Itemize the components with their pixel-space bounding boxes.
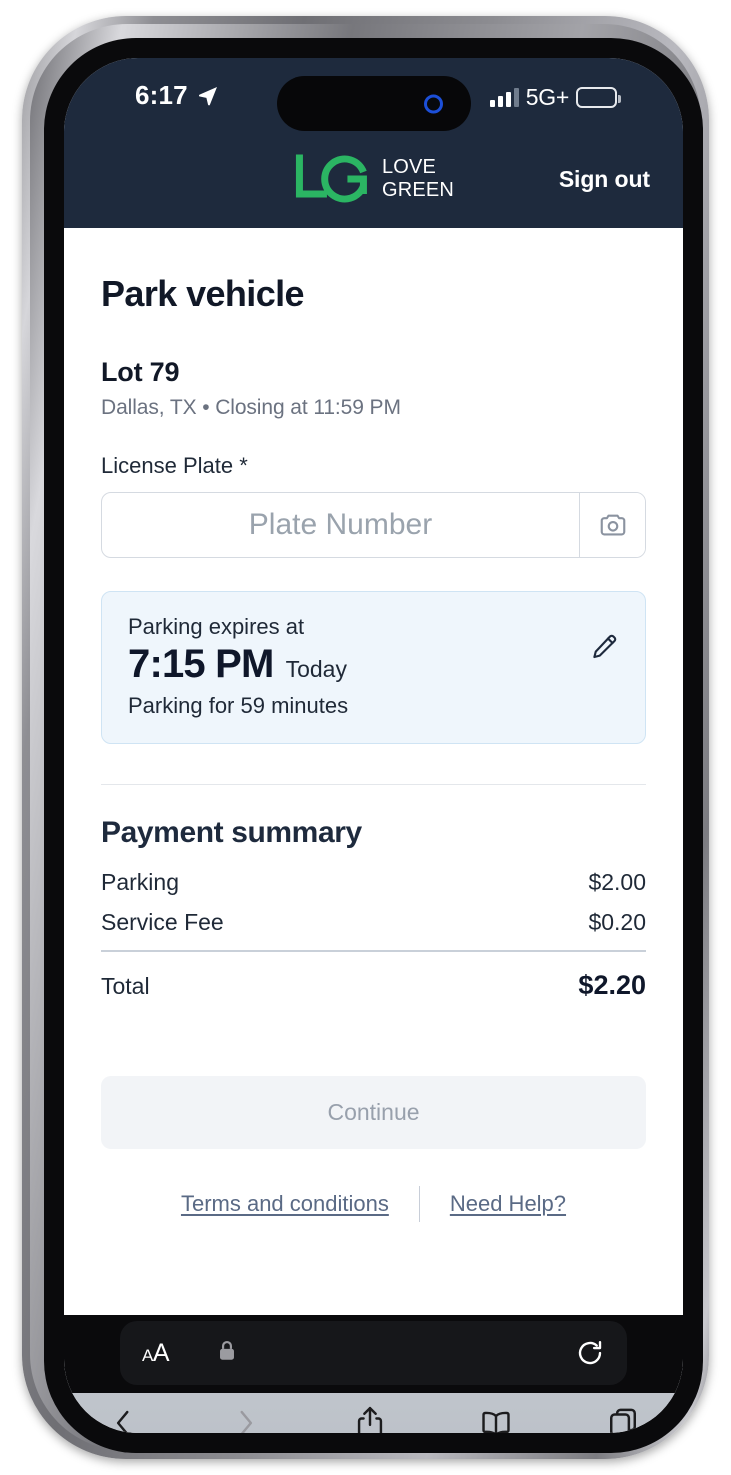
bookmarks-button[interactable]	[478, 1407, 514, 1433]
payment-row: Service Fee $0.20	[101, 909, 646, 936]
payment-summary-heading: Payment summary	[101, 816, 362, 849]
lot-name: Lot 79	[101, 357, 180, 387]
tabs-icon	[609, 1408, 637, 1433]
camera-icon	[600, 514, 625, 536]
reload-icon	[578, 1340, 602, 1365]
status-bar-right: 5G+	[489, 84, 621, 111]
forward-button[interactable]	[231, 1406, 261, 1433]
share-button[interactable]	[354, 1405, 386, 1433]
brand-word-line1: LOVE	[381, 156, 437, 178]
page-content: Park vehicle Lot 79 Dallas, TX • Closing…	[64, 273, 683, 1315]
payment-total-label: Total	[101, 973, 150, 999]
expiry-day: Today	[285, 656, 347, 682]
license-plate-label: License Plate *	[101, 453, 248, 478]
back-button[interactable]	[108, 1406, 138, 1433]
network-type-label: 5G+	[525, 84, 570, 110]
book-icon	[482, 1411, 510, 1433]
phone-bezel: 6:17 5G+ LOVE GREEN Sign out Park vehicl…	[30, 24, 703, 1453]
status-bar-left: 6:17	[135, 80, 220, 111]
safari-urlbar-area: AA	[64, 1315, 683, 1393]
dynamic-island	[276, 76, 471, 131]
cellular-signal-icon	[489, 88, 519, 107]
app-logo: LOVE GREEN	[293, 154, 454, 204]
text-size-aa-button[interactable]: AA	[142, 1338, 170, 1368]
chevron-right-icon	[240, 1410, 252, 1433]
share-icon	[357, 1406, 382, 1433]
license-plate-input[interactable]	[102, 493, 579, 557]
safari-toolbar	[64, 1393, 683, 1433]
aa-big-glyph: A	[152, 1338, 170, 1367]
phone-body: 6:17 5G+ LOVE GREEN Sign out Park vehicl…	[44, 38, 703, 1453]
reload-button[interactable]	[575, 1338, 605, 1368]
screenshot-stage: 6:17 5G+ LOVE GREEN Sign out Park vehicl…	[0, 0, 731, 1475]
payment-total-rule	[101, 950, 646, 952]
sign-out-button[interactable]: Sign out	[559, 166, 650, 193]
expiry-time-row: 7:15 PM Today	[128, 642, 619, 687]
payment-total-row: Total $2.20	[101, 970, 646, 1001]
terms-and-conditions-link[interactable]: Terms and conditions	[181, 1191, 389, 1217]
app-header: 6:17 5G+ LOVE GREEN Sign out	[64, 58, 683, 228]
edit-parking-time-button[interactable]	[585, 628, 623, 669]
payment-total-amount: $2.20	[578, 970, 646, 1000]
lg-logo-icon	[295, 154, 367, 203]
parking-expiry-card: Parking expires at 7:15 PM Today Parking…	[101, 591, 646, 744]
chevron-left-icon	[116, 1410, 129, 1433]
page-title: Park vehicle	[101, 273, 305, 314]
lock-icon	[217, 1339, 237, 1368]
aa-small-glyph: A	[142, 1345, 153, 1365]
payment-row-amount: $2.00	[588, 869, 646, 895]
payment-row-amount: $0.20	[588, 909, 646, 935]
safari-address-bar[interactable]: AA	[120, 1321, 627, 1385]
phone-screen: 6:17 5G+ LOVE GREEN Sign out Park vehicl…	[64, 58, 683, 1433]
status-bar: 6:17 5G+	[64, 58, 683, 131]
footer-link-separator	[418, 1186, 420, 1222]
tabs-button[interactable]	[607, 1406, 639, 1433]
location-arrow-icon	[198, 86, 217, 105]
payment-row-label: Service Fee	[101, 909, 224, 935]
continue-button[interactable]: Continue	[101, 1076, 646, 1149]
lock-glyph	[220, 1340, 235, 1360]
phone-frame: 6:17 5G+ LOVE GREEN Sign out Park vehicl…	[22, 16, 709, 1459]
payment-row-label: Parking	[101, 869, 179, 895]
expiry-duration: Parking for 59 minutes	[128, 693, 349, 718]
expiry-heading: Parking expires at	[128, 614, 305, 639]
need-help-link[interactable]: Need Help?	[450, 1191, 566, 1217]
brand-wordmark: LOVE GREEN	[382, 156, 454, 202]
license-plate-row	[101, 492, 646, 558]
footer-links: Terms and conditions Need Help?	[101, 1186, 646, 1222]
battery-icon	[576, 87, 621, 108]
scan-plate-camera-button[interactable]	[579, 493, 645, 557]
safari-browser-chrome: AA	[64, 1315, 683, 1433]
lot-subtitle: Dallas, TX • Closing at 11:59 PM	[101, 396, 401, 419]
front-camera-icon	[423, 94, 443, 113]
status-time: 6:17	[135, 80, 188, 110]
expiry-time: 7:15 PM	[128, 642, 274, 686]
pencil-icon	[593, 634, 617, 659]
brand-word-line2: GREEN	[381, 179, 455, 201]
section-divider	[101, 784, 646, 785]
brand-row: LOVE GREEN Sign out	[64, 130, 683, 228]
payment-row: Parking $2.00	[101, 869, 646, 896]
